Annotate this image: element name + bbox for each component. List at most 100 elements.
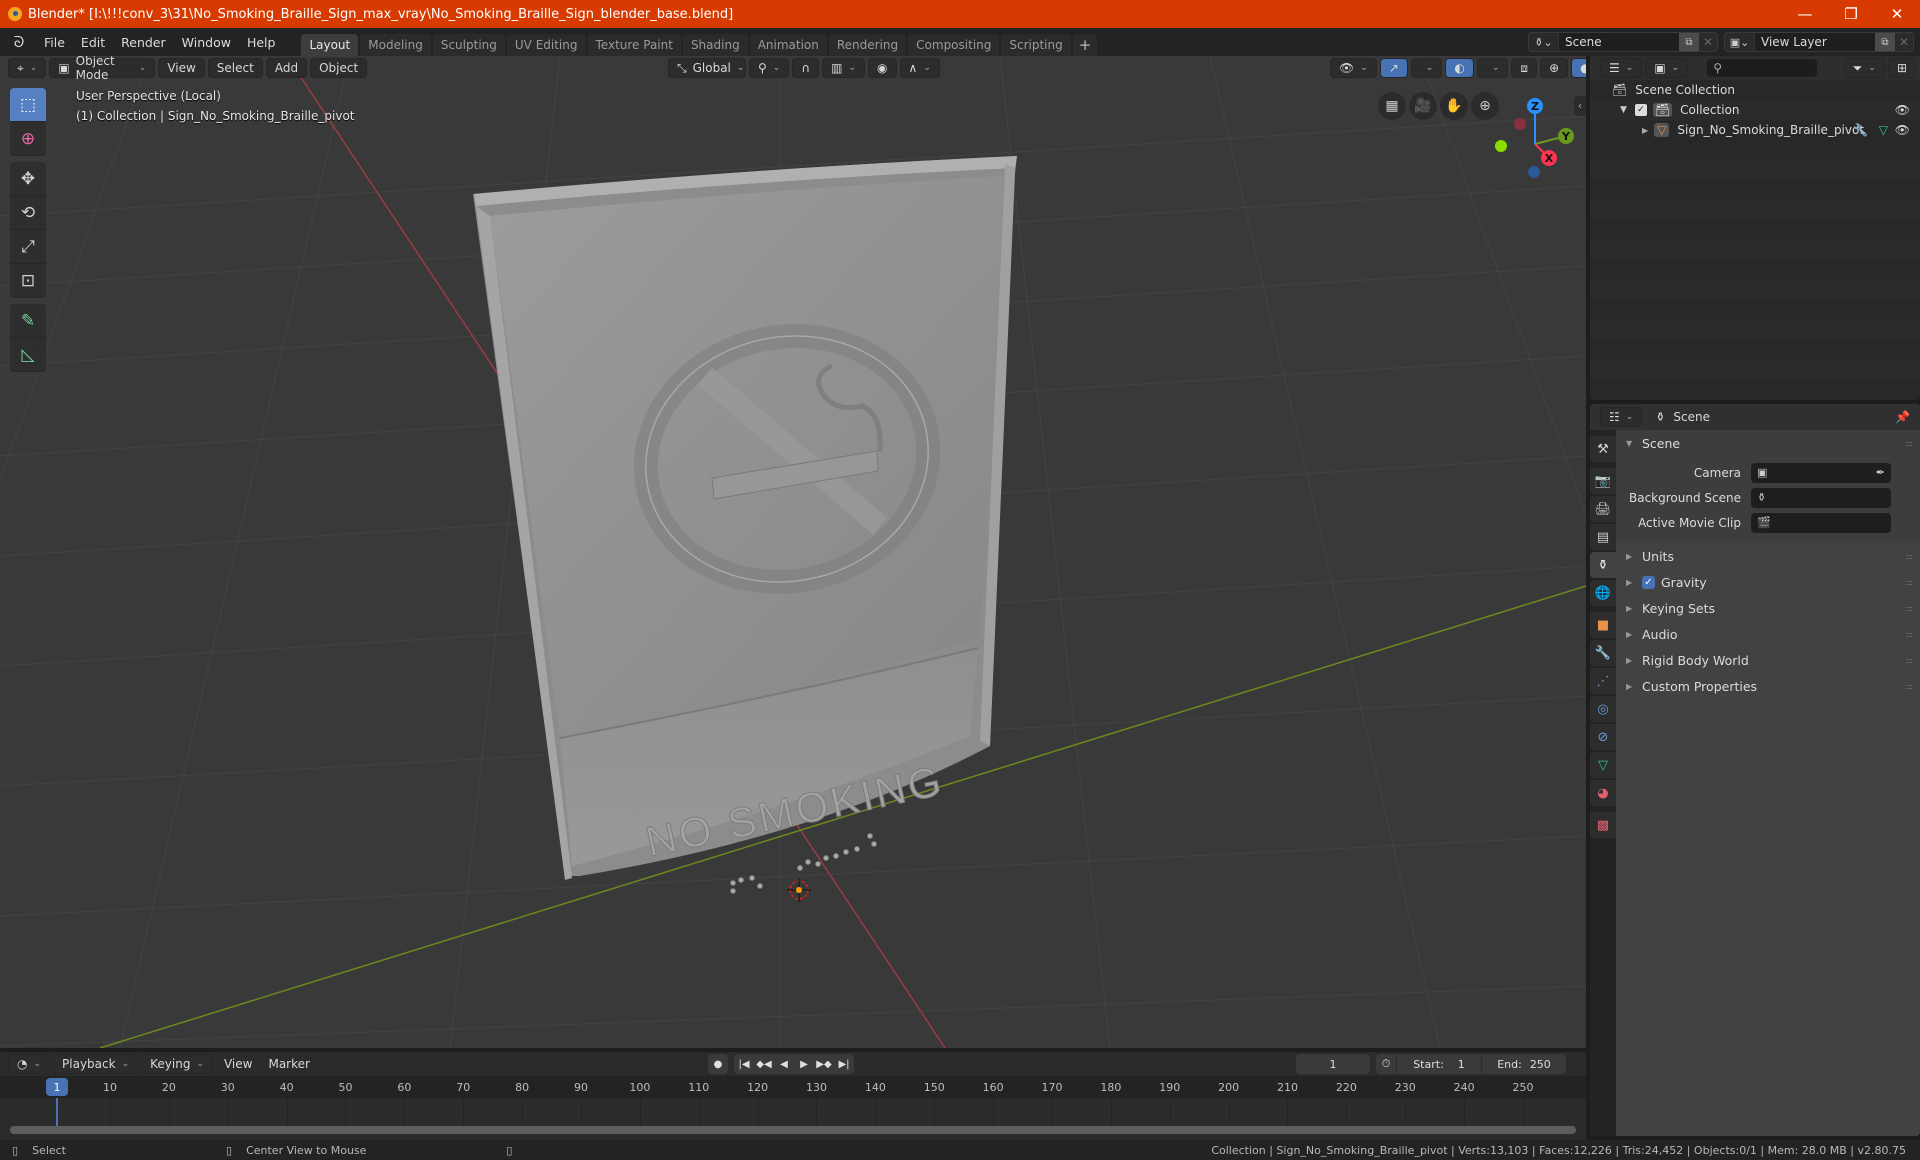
rotate-tool[interactable]: ⟲	[10, 196, 46, 230]
panel-audio[interactable]: ▶ Audio::::	[1616, 621, 1920, 647]
tab-rendering[interactable]: Rendering	[828, 34, 907, 56]
mesh-data-icon[interactable]: ▽	[1879, 123, 1888, 137]
gravity-checkbox[interactable]: ✓	[1642, 575, 1655, 589]
tab-constraints[interactable]: ⊘	[1590, 724, 1616, 750]
navigation-gizmo[interactable]: Z Y X	[1490, 94, 1586, 178]
jump-end-button[interactable]: ▶|	[834, 1054, 854, 1074]
start-frame-field[interactable]: Start: 1	[1397, 1054, 1481, 1074]
tab-uv-editing[interactable]: UV Editing	[506, 34, 586, 56]
pivot-point-dropdown[interactable]: ⚲ ⌄	[749, 58, 790, 78]
filter-dropdown[interactable]: ⏷ ⌄	[1843, 58, 1885, 78]
minimize-button[interactable]: —	[1782, 0, 1828, 28]
editor-type-button[interactable]: ⌖ ⌄	[8, 58, 47, 78]
outliner-search-input[interactable]: ⚲	[1707, 59, 1818, 77]
snap-target-dropdown[interactable]: ▥ ⌄	[822, 58, 866, 78]
view-layer-name-field[interactable]: View Layer	[1755, 33, 1875, 51]
sign-object[interactable]: NO SMOKING	[473, 156, 1017, 902]
scene-selector[interactable]: ⚱⌄ Scene ⧉ ✕	[1528, 32, 1718, 52]
record-button[interactable]: ●	[708, 1054, 728, 1074]
pin-icon[interactable]: 📌	[1895, 410, 1910, 424]
tab-modifiers[interactable]: 🔧	[1590, 640, 1616, 666]
pan-view-button[interactable]: ✋	[1440, 92, 1468, 120]
tab-modeling[interactable]: Modeling	[360, 34, 431, 56]
view-menu[interactable]: View	[158, 58, 205, 78]
shading-solid[interactable]: ●	[1571, 58, 1586, 78]
xray-toggle[interactable]: ⧈	[1511, 58, 1538, 78]
drag-grip-icon[interactable]: ::::	[1905, 578, 1913, 587]
drag-grip-icon[interactable]: ::::	[1905, 552, 1913, 561]
tab-particles[interactable]: ⋰	[1590, 668, 1616, 694]
gizmo-neg-y[interactable]	[1495, 140, 1507, 152]
tab-scene[interactable]: ⚱	[1590, 552, 1616, 578]
menu-edit[interactable]: Edit	[73, 35, 113, 50]
overlay-toggle[interactable]: ◐	[1445, 58, 1474, 78]
camera-view-button[interactable]: 🎥	[1409, 92, 1437, 120]
gizmo-toggle[interactable]: ↗	[1379, 58, 1408, 78]
drag-grip-icon[interactable]: ::::	[1905, 630, 1913, 639]
object-visibility-eye-icon[interactable]: 👁	[1895, 123, 1910, 137]
outliner-item-scene-collection[interactable]: 🗃 Scene Collection	[1590, 80, 1920, 100]
select-box-tool[interactable]: ⬚	[10, 88, 46, 122]
tab-view-layer[interactable]: ▤	[1590, 524, 1616, 550]
camera-field[interactable]: ▣ ✒	[1751, 462, 1891, 483]
playback-menu[interactable]: Playback ⌄	[53, 1054, 139, 1074]
panel-keying-sets[interactable]: ▶ Keying Sets::::	[1616, 595, 1920, 621]
cursor-tool[interactable]: ⊕	[10, 122, 46, 156]
properties-editor-type[interactable]: ☷ ⌄	[1600, 407, 1643, 427]
drag-grip-icon[interactable]: ::::	[1905, 604, 1913, 613]
delete-scene-icon[interactable]: ✕	[1699, 35, 1717, 49]
gizmo-neg-z[interactable]	[1528, 166, 1540, 178]
sidebar-toggle-arrow[interactable]: ‹	[1574, 96, 1586, 116]
select-menu[interactable]: Select	[207, 58, 263, 78]
background-scene-field[interactable]: ⚱	[1751, 487, 1891, 508]
display-mode-dropdown[interactable]: ▣ ⌄	[1645, 58, 1689, 78]
new-scene-icon[interactable]: ⧉	[1679, 33, 1699, 51]
tab-animation[interactable]: Animation	[749, 34, 827, 56]
menu-window[interactable]: Window	[174, 35, 239, 50]
jump-start-button[interactable]: |◀	[734, 1054, 754, 1074]
snap-toggle[interactable]: ∩	[792, 58, 820, 78]
collection-visibility-eye-icon[interactable]: 👁	[1895, 103, 1910, 117]
tab-shading[interactable]: Shading	[682, 34, 748, 56]
scale-tool[interactable]: ⤢	[10, 230, 46, 264]
drag-grip-icon[interactable]: ::::	[1905, 682, 1913, 691]
expand-triangle-icon[interactable]: ▶	[1642, 126, 1648, 135]
end-frame-field[interactable]: End: 250	[1482, 1054, 1566, 1074]
outliner-editor-type[interactable]: ☰ ⌄	[1600, 58, 1643, 78]
timeline-track-area[interactable]	[0, 1098, 1586, 1128]
collection-checkbox[interactable]: ✓	[1634, 104, 1647, 116]
play-reverse-button[interactable]: ◀	[774, 1054, 794, 1074]
gizmo-x-axis[interactable]: X	[1541, 150, 1557, 166]
drag-grip-icon[interactable]: ::::	[1905, 439, 1913, 448]
tab-texture-paint[interactable]: Texture Paint	[587, 34, 681, 56]
tab-physics[interactable]: ◎	[1590, 696, 1616, 722]
timeline-scrollbar[interactable]	[10, 1126, 1576, 1134]
gizmo-y-axis[interactable]: Y	[1558, 128, 1574, 144]
tab-data[interactable]: ▽	[1590, 752, 1616, 778]
frame-ruler[interactable]: 1 10 20 30 40 50 60 70 80 90 100 110 120 130 140 150 16…	[0, 1076, 1586, 1098]
tab-object[interactable]: ■	[1590, 612, 1616, 638]
object-menu[interactable]: Object	[310, 58, 368, 78]
proportional-edit-toggle[interactable]: ◉	[868, 58, 897, 78]
close-button[interactable]: ✕	[1874, 0, 1920, 28]
orientation-dropdown[interactable]: ⤡ Global ⌄	[668, 58, 746, 78]
marker-menu[interactable]: Marker	[260, 1057, 317, 1071]
gizmo-neg-x[interactable]	[1514, 118, 1526, 130]
use-preview-range-toggle[interactable]: ⏱	[1376, 1054, 1396, 1074]
annotate-tool[interactable]: ✎	[10, 304, 46, 338]
menu-help[interactable]: Help	[239, 35, 284, 50]
3d-viewport[interactable]: NO SMOKING ⌖ ⌄ ▣ Object Mode ⌄ View Select …	[0, 56, 1586, 1048]
next-keyframe-button[interactable]: ▶◆	[814, 1054, 834, 1074]
toggle-ortho-button[interactable]: ▦	[1378, 92, 1406, 120]
view-layer-selector[interactable]: ▣⌄ View Layer ⧉ ✕	[1724, 32, 1914, 52]
measure-tool[interactable]: ◺	[10, 338, 46, 372]
scene-name-field[interactable]: Scene	[1559, 33, 1679, 51]
panel-gravity[interactable]: ▶ ✓ Gravity::::	[1616, 569, 1920, 595]
new-collection-button[interactable]: ⊞	[1887, 58, 1916, 78]
timeline-editor-type[interactable]: ◔ ⌄	[8, 1054, 51, 1074]
tab-render[interactable]: 📷	[1590, 468, 1616, 494]
tab-scripting[interactable]: Scripting	[1001, 34, 1071, 56]
current-frame-indicator[interactable]: 1	[46, 1078, 68, 1096]
prev-keyframe-button[interactable]: ◆◀	[754, 1054, 774, 1074]
keying-menu[interactable]: Keying ⌄	[141, 1054, 213, 1074]
